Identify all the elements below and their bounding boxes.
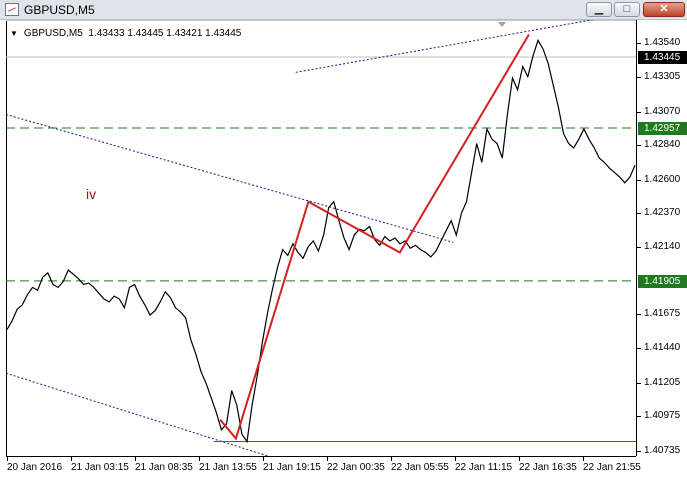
level-price-badge: 1.42957 — [638, 121, 687, 135]
price-series-line — [6, 38, 636, 444]
time-tick — [327, 457, 328, 461]
time-label: 22 Jan 21:55 — [583, 462, 641, 473]
price-chart-canvas[interactable] — [5, 16, 636, 460]
price-tick — [637, 416, 641, 418]
channel-lower-left-line — [5, 372, 278, 460]
price-tick — [637, 348, 641, 350]
price-tick — [637, 246, 641, 248]
price-label: 1.41205 — [644, 376, 681, 388]
price-chart[interactable] — [5, 16, 636, 460]
time-tick — [455, 457, 456, 461]
time-label: 21 Jan 03:15 — [71, 462, 129, 473]
minimize-button[interactable]: ▁ — [586, 2, 612, 17]
price-label: 1.40735 — [644, 444, 681, 456]
price-tick — [637, 77, 641, 79]
time-tick — [391, 457, 392, 461]
time-axis[interactable]: 20 Jan 2016 21 Jan 03:15 21 Jan 08:35 21 Ja… — [6, 456, 641, 486]
level-price-badge: 1.41905 — [638, 274, 687, 288]
chart-shift-marker[interactable] — [498, 22, 506, 27]
window-title: GBPUSD,M5 — [24, 3, 95, 17]
price-label: 1.42370 — [644, 207, 681, 219]
price-label: 1.41440 — [644, 342, 681, 354]
price-tick — [637, 314, 641, 316]
time-tick — [583, 457, 584, 461]
time-label: 22 Jan 11:15 — [455, 462, 513, 473]
time-label: 22 Jan 00:35 — [327, 462, 385, 473]
price-tick — [637, 144, 641, 146]
time-tick — [199, 457, 200, 461]
price-label: 1.41675 — [644, 308, 681, 320]
price-tick — [637, 179, 641, 181]
ohlc-values: 1.43433 1.43445 1.43421 1.43445 — [88, 28, 242, 39]
triangle-down-icon: ▼ — [10, 29, 18, 38]
wave-label[interactable]: iv — [86, 186, 96, 202]
time-label: 21 Jan 19:15 — [263, 462, 321, 473]
price-label: 1.43305 — [644, 71, 681, 83]
symbol-name: GBPUSD,M5 — [23, 28, 83, 39]
time-label: 22 Jan 16:35 — [519, 462, 577, 473]
time-label: 20 Jan 2016 — [7, 462, 63, 473]
price-tick — [637, 450, 641, 452]
time-tick — [519, 457, 520, 461]
price-tick — [637, 43, 641, 45]
price-label: 1.43540 — [644, 37, 681, 49]
window-title-bar[interactable]: GBPUSD,M5 ▁ □ ✕ — [0, 0, 687, 20]
chart-window-icon — [5, 3, 19, 16]
price-label: 1.42840 — [644, 138, 681, 150]
price-label: 1.40975 — [644, 410, 681, 422]
maximize-button[interactable]: □ — [614, 2, 640, 17]
price-tick — [637, 111, 641, 113]
current-price-badge: 1.43445 — [638, 51, 687, 65]
price-label: 1.43070 — [644, 105, 681, 117]
price-label: 1.42140 — [644, 240, 681, 252]
close-button[interactable]: ✕ — [643, 2, 685, 17]
time-tick — [135, 457, 136, 461]
time-tick — [7, 457, 8, 461]
time-label: 21 Jan 08:35 — [135, 462, 193, 473]
price-label: 1.42600 — [644, 173, 681, 185]
price-tick — [637, 382, 641, 384]
channel-upper-right-line — [295, 16, 608, 73]
symbol-info: ▼ GBPUSD,M5 1.43433 1.43445 1.43421 1.434… — [10, 28, 241, 39]
elliott-wave-line — [219, 33, 530, 441]
time-label: 22 Jan 05:55 — [391, 462, 449, 473]
time-tick — [71, 457, 72, 461]
time-tick — [263, 457, 264, 461]
channel-upper-left-line — [5, 113, 454, 243]
price-axis[interactable]: 1.43540 1.43305 1.43070 1.42840 1.42600 1.423… — [636, 20, 687, 456]
time-label: 21 Jan 13:55 — [199, 462, 257, 473]
price-tick — [637, 213, 641, 215]
